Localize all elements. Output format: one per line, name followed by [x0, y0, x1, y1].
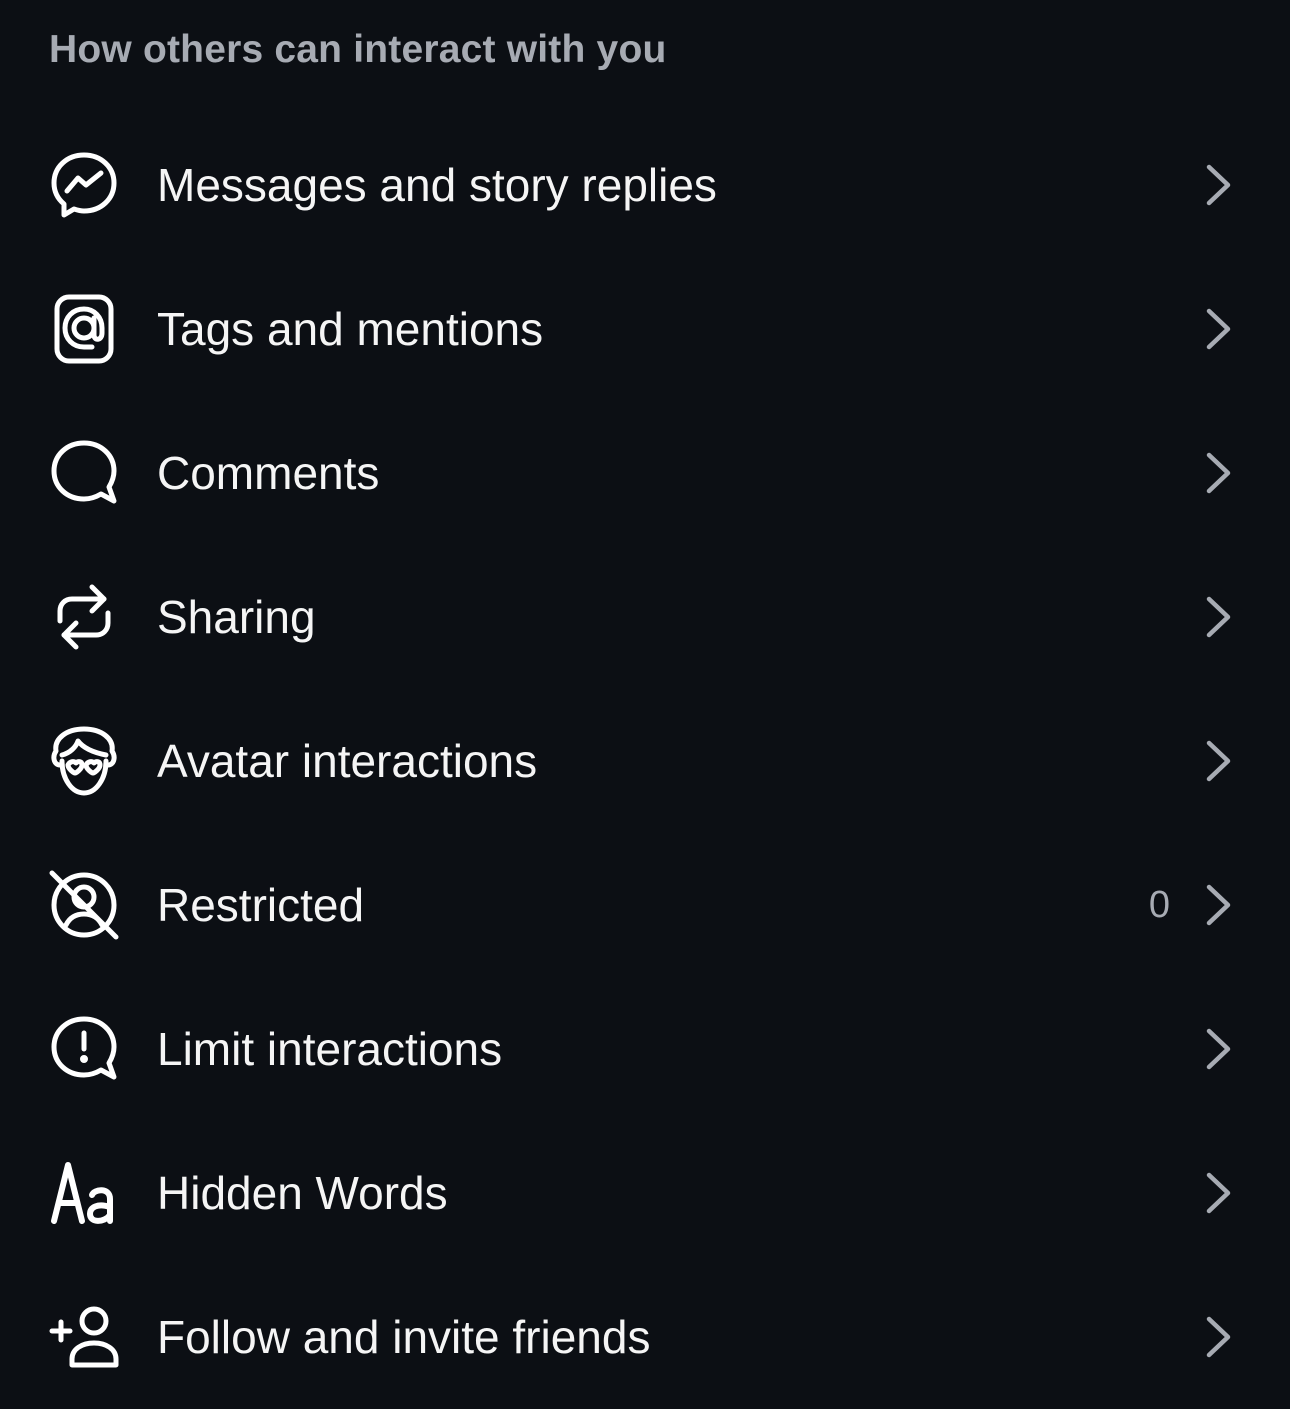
- section-title: How others can interact with you: [49, 28, 667, 71]
- interaction-settings-list: Messages and story replies Tags and ment…: [0, 113, 1290, 1409]
- chevron-right-icon: [1198, 451, 1238, 495]
- chevron-right-icon: [1198, 1171, 1238, 1215]
- menu-item-messages[interactable]: Messages and story replies: [0, 113, 1290, 257]
- chevron-right-icon: [1198, 739, 1238, 783]
- restricted-count: 0: [1148, 884, 1170, 926]
- at-sign-icon: [48, 293, 120, 365]
- messenger-icon: [48, 149, 120, 221]
- repost-icon: [48, 581, 120, 653]
- menu-item-follow-invite[interactable]: Follow and invite friends: [0, 1265, 1290, 1409]
- chevron-right-icon: [1198, 163, 1238, 207]
- alert-bubble-icon: [48, 1013, 120, 1085]
- avatar-face-icon: [48, 725, 120, 797]
- text-aa-icon: [48, 1157, 120, 1229]
- menu-item-label: Limit interactions: [157, 1023, 503, 1075]
- menu-item-label: Tags and mentions: [157, 303, 544, 355]
- menu-item-label: Messages and story replies: [157, 159, 717, 211]
- menu-item-avatar-interactions[interactable]: Avatar interactions: [0, 689, 1290, 833]
- menu-item-sharing[interactable]: Sharing: [0, 545, 1290, 689]
- restricted-user-icon: [48, 869, 120, 941]
- menu-item-hidden-words[interactable]: Hidden Words: [0, 1121, 1290, 1265]
- menu-item-label: Follow and invite friends: [157, 1311, 651, 1363]
- comment-bubble-icon: [48, 437, 120, 509]
- menu-item-label: Hidden Words: [157, 1167, 448, 1219]
- menu-item-limit-interactions[interactable]: Limit interactions: [0, 977, 1290, 1121]
- menu-item-restricted[interactable]: Restricted 0: [0, 833, 1290, 977]
- chevron-right-icon: [1198, 1027, 1238, 1071]
- chevron-right-icon: [1198, 1315, 1238, 1359]
- chevron-right-icon: [1198, 883, 1238, 927]
- chevron-right-icon: [1198, 595, 1238, 639]
- menu-item-label: Avatar interactions: [157, 735, 538, 787]
- menu-item-label: Sharing: [157, 591, 316, 643]
- add-person-icon: [48, 1301, 120, 1373]
- menu-item-tags-mentions[interactable]: Tags and mentions: [0, 257, 1290, 401]
- chevron-right-icon: [1198, 307, 1238, 351]
- menu-item-label: Comments: [157, 447, 380, 499]
- menu-item-label: Restricted: [157, 879, 365, 931]
- menu-item-comments[interactable]: Comments: [0, 401, 1290, 545]
